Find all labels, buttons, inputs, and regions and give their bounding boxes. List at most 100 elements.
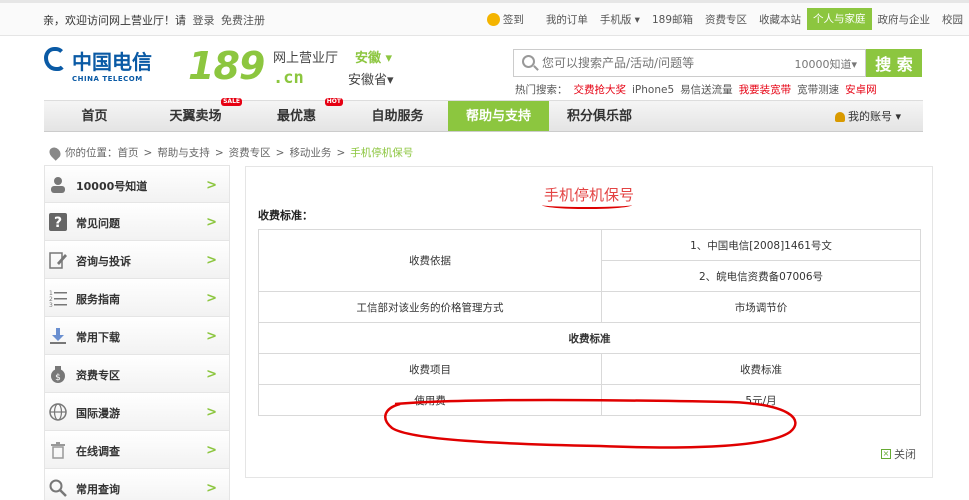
chevron-right-icon: > [206, 178, 217, 193]
sidebar-item-tariff-zone[interactable]: $ 资费专区 > [44, 355, 230, 393]
logo-cn-suffix: .cn [273, 68, 304, 88]
sidebar-item-downloads[interactable]: 常用下载 > [44, 317, 230, 355]
breadcrumb-separator: > [336, 146, 346, 159]
breadcrumb-separator: > [275, 146, 285, 159]
nav-label: 积分俱乐部 [566, 109, 632, 124]
sidebar-item-service-guide[interactable]: 123 服务指南 > [44, 279, 230, 317]
breadcrumb-item[interactable]: 移动业务 [289, 145, 331, 160]
bookmark-link[interactable]: 收藏本站 [753, 12, 807, 27]
account-label: 我的账号 ▾ [847, 110, 901, 123]
svg-text:$: $ [55, 373, 61, 383]
search-box: 10000知道▾ [513, 49, 866, 77]
province-sub-selector[interactable]: 安徽省▾ [348, 69, 394, 88]
hot-item[interactable]: 我要装宽带 [739, 84, 792, 96]
tariff-zone-link[interactable]: 资费专区 [699, 12, 753, 27]
china-telecom-logo[interactable]: 中国电信 CHINA TELECOM [44, 46, 152, 83]
register-link[interactable]: 免费注册 [221, 14, 265, 27]
chevron-right-icon: > [206, 253, 217, 268]
hot-item[interactable]: 宽带测速 [797, 84, 839, 96]
header: 中国电信 CHINA TELECOM 189 网上营业厅 .cn 安徽 ▾ 安徽… [0, 36, 969, 98]
logo-cn-text: 中国电信 [72, 50, 152, 74]
sidebar-item-label: 国际漫游 [76, 407, 120, 420]
search-icon [49, 479, 67, 497]
search-button[interactable]: 搜 索 [866, 49, 922, 77]
basis-value-cell: 1、中国电信[2008]1461号文 [601, 229, 921, 261]
sidebar-item-consult-complain[interactable]: 咨询与投诉 > [44, 241, 230, 279]
nav-self-service[interactable]: 自助服务 [347, 101, 448, 131]
search-input[interactable] [542, 53, 772, 73]
breadcrumb-separator: > [143, 146, 153, 159]
chevron-right-icon: > [206, 405, 217, 420]
nav-points-club[interactable]: 积分俱乐部 [549, 101, 650, 131]
logo-189[interactable]: 189 [188, 44, 265, 88]
search-scope-dropdown[interactable]: 10000知道▾ [794, 56, 857, 72]
close-button[interactable]: × 关闭 [881, 446, 916, 462]
sidebar-item-label: 服务指南 [76, 293, 120, 306]
table-row: 收费依据 1、中国电信[2008]1461号文 [258, 229, 921, 292]
chevron-right-icon: > [206, 367, 217, 382]
content-panel: 手机停机保号 收费标准： 收费依据 1、中国电信[2008]1461号文 2、皖… [245, 166, 933, 478]
breadcrumb: 你的位置：首页 > 帮助与支持 > 资费专区 > 移动业务 > 手机停机保号 [47, 144, 413, 161]
breadcrumb-home[interactable]: 你的位置：首页 [65, 145, 139, 160]
welcome-text: 亲，欢迎访问网上营业厅！请 登录 免费注册 [43, 12, 265, 28]
nav-mall[interactable]: 天翼卖场 SALE [145, 98, 246, 131]
campus-tab[interactable]: 校园 [936, 12, 969, 27]
close-icon: × [881, 449, 891, 459]
fee-label-cell: 使用费 [258, 384, 602, 416]
breadcrumb-item[interactable]: 资费专区 [229, 145, 271, 160]
sidebar-item-label: 常用下载 [76, 331, 120, 344]
my-account-menu[interactable]: 我的账号 ▾ [834, 101, 901, 132]
sidebar-item-survey[interactable]: 在线调查 > [44, 431, 230, 469]
nav-deals[interactable]: 最优惠 HOT [246, 98, 347, 131]
sidebar-item-query[interactable]: 常用查询 > [44, 469, 230, 500]
title-underline-annotation [542, 201, 632, 209]
close-label: 关闭 [894, 448, 916, 461]
svg-text:?: ? [54, 215, 62, 231]
hot-item[interactable]: 易信送流量 [680, 84, 733, 96]
mobile-version-link[interactable]: 手机版 ▾ [594, 12, 646, 27]
signin-link[interactable]: 签到 [481, 12, 530, 27]
top-links: 签到 我的订单 手机版 ▾ 189邮箱 资费专区 收藏本站 个人与家庭 政府与企… [481, 3, 969, 35]
breadcrumb-item[interactable]: 帮助与支持 [157, 145, 210, 160]
edit-icon [49, 252, 67, 269]
sidebar-item-label: 在线调查 [76, 445, 120, 458]
nav-home[interactable]: 首页 [44, 101, 145, 131]
breadcrumb-separator: > [214, 146, 224, 159]
table-row: 收费标准 [258, 322, 921, 354]
question-icon: ? [49, 213, 67, 231]
hot-item[interactable]: iPhone5 [632, 84, 674, 96]
account-icon [834, 111, 845, 122]
method-value-cell: 市场调节价 [601, 291, 921, 323]
fee-standard-label: 收费标准： [258, 209, 313, 222]
province-selector[interactable]: 安徽 ▾ [355, 47, 392, 66]
person-icon [51, 177, 65, 193]
hall-label: 网上营业厅 [273, 51, 339, 66]
sidebar-item-10000-know[interactable]: 10000号知道 > [44, 165, 230, 203]
list-icon: 123 [49, 290, 67, 308]
fee-table: 收费依据 1、中国电信[2008]1461号文 2、皖电信资费备07006号 工… [258, 229, 921, 416]
basis-value-cell: 2、皖电信资费备07006号 [601, 260, 921, 292]
nav-help-support[interactable]: 帮助与支持 [448, 101, 549, 131]
nav-label: 自助服务 [371, 109, 424, 124]
fee-value-cell: 5元/月 [601, 384, 921, 416]
hot-item[interactable]: 交费抢大奖 [574, 84, 627, 96]
mail-189-link[interactable]: 189邮箱 [646, 12, 699, 27]
login-link[interactable]: 登录 [193, 14, 215, 27]
my-orders-link[interactable]: 我的订单 [540, 12, 594, 27]
personal-family-tab[interactable]: 个人与家庭 [807, 8, 872, 30]
nav-label: 帮助与支持 [465, 109, 531, 124]
main-nav: 首页 天翼卖场 SALE 最优惠 HOT 自助服务 帮助与支持 积分俱乐部 我的账号… [44, 98, 923, 132]
sidebar-item-faq[interactable]: ? 常见问题 > [44, 203, 230, 241]
moneybag-icon: $ [51, 366, 65, 383]
sidebar-item-roaming[interactable]: 国际漫游 > [44, 393, 230, 431]
gov-enterprise-tab[interactable]: 政府与企业 [872, 12, 937, 27]
hot-item[interactable]: 安卓网 [845, 84, 877, 96]
trash-icon [51, 442, 65, 459]
method-label-cell: 工信部对该业务的价格管理方式 [258, 291, 602, 323]
location-pin-icon [47, 144, 63, 161]
signin-icon [486, 12, 500, 26]
chevron-right-icon: > [206, 329, 217, 344]
chevron-right-icon: > [206, 291, 217, 306]
section-header-cell: 收费标准 [258, 322, 921, 354]
hot-searches: 热门搜索： 交费抢大奖 iPhone5 易信送流量 我要装宽带 宽带测速 安卓网 [515, 82, 883, 97]
